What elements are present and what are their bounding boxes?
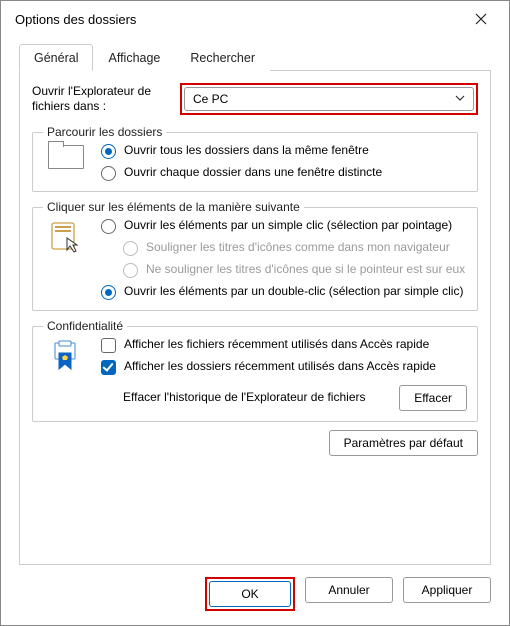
folder-icon — [43, 143, 89, 169]
open-in-label: Ouvrir l'Explorateur de fichiers dans : — [32, 84, 170, 114]
dialog-window: Options des dossiers Général Affichage R… — [0, 0, 510, 626]
checkbox-label: Afficher les dossiers récemment utilisés… — [124, 359, 436, 375]
browse-legend: Parcourir les dossiers — [43, 125, 166, 139]
click-icon — [43, 218, 89, 254]
chevron-down-icon — [455, 92, 465, 106]
radio-label: Ne souligner les titres d'icônes que si … — [146, 262, 465, 278]
privacy-group: Confidentialité Afficher les f — [32, 319, 478, 422]
open-in-dropdown[interactable]: Ce PC — [184, 87, 474, 111]
tab-display[interactable]: Affichage — [93, 44, 175, 71]
check-recent-folders[interactable]: Afficher les dossiers récemment utilisés… — [101, 359, 467, 375]
clear-history-button[interactable]: Effacer — [399, 385, 467, 411]
radio-control[interactable] — [101, 219, 116, 234]
radio-open-new[interactable]: Ouvrir chaque dossier dans une fenêtre d… — [101, 165, 467, 181]
checkbox-control[interactable] — [101, 360, 116, 375]
clear-history-label: Effacer l'historique de l'Explorateur de… — [123, 390, 389, 406]
checkbox-label: Afficher les fichiers récemment utilisés… — [124, 337, 429, 353]
check-recent-files[interactable]: Afficher les fichiers récemment utilisés… — [101, 337, 467, 353]
click-group: Cliquer sur les éléments de la manière s… — [32, 200, 478, 311]
radio-label: Souligner les titres d'icônes comme dans… — [146, 240, 450, 256]
radio-underline-browser: Souligner les titres d'icônes comme dans… — [123, 240, 467, 256]
window-title: Options des dossiers — [15, 12, 136, 27]
apply-button[interactable]: Appliquer — [403, 577, 491, 603]
radio-control[interactable] — [101, 285, 116, 300]
tab-general[interactable]: Général — [19, 44, 93, 71]
tab-search[interactable]: Rechercher — [175, 44, 270, 71]
radio-control — [123, 263, 138, 278]
open-in-highlight: Ce PC — [180, 83, 478, 115]
close-button[interactable] — [463, 5, 499, 33]
cancel-button[interactable]: Annuler — [305, 577, 393, 603]
radio-single-click[interactable]: Ouvrir les éléments par un simple clic (… — [101, 218, 467, 234]
tab-panel-general: Ouvrir l'Explorateur de fichiers dans : … — [19, 71, 491, 565]
radio-open-same[interactable]: Ouvrir tous les dossiers dans la même fe… — [101, 143, 467, 159]
ok-highlight: OK — [205, 577, 295, 611]
radio-label: Ouvrir chaque dossier dans une fenêtre d… — [124, 165, 382, 181]
quick-access-icon — [43, 337, 89, 373]
privacy-legend: Confidentialité — [43, 319, 127, 333]
browse-group: Parcourir les dossiers Ouvrir tous les d… — [32, 125, 478, 192]
checkbox-control[interactable] — [101, 338, 116, 353]
radio-label: Ouvrir les éléments par un double-clic (… — [124, 284, 463, 300]
click-legend: Cliquer sur les éléments de la manière s… — [43, 200, 304, 214]
radio-double-click[interactable]: Ouvrir les éléments par un double-clic (… — [101, 284, 467, 300]
radio-control[interactable] — [101, 166, 116, 181]
open-in-value: Ce PC — [193, 92, 228, 106]
radio-control — [123, 241, 138, 256]
close-icon — [475, 13, 487, 25]
dialog-footer: OK Annuler Appliquer — [19, 565, 491, 611]
radio-underline-hover: Ne souligner les titres d'icônes que si … — [123, 262, 467, 278]
titlebar: Options des dossiers — [1, 1, 509, 37]
radio-label: Ouvrir tous les dossiers dans la même fe… — [124, 143, 369, 159]
restore-defaults-button[interactable]: Paramètres par défaut — [329, 430, 478, 456]
tab-strip: Général Affichage Rechercher — [19, 43, 491, 71]
radio-control[interactable] — [101, 144, 116, 159]
radio-label: Ouvrir les éléments par un simple clic (… — [124, 218, 452, 234]
ok-button[interactable]: OK — [209, 581, 291, 607]
